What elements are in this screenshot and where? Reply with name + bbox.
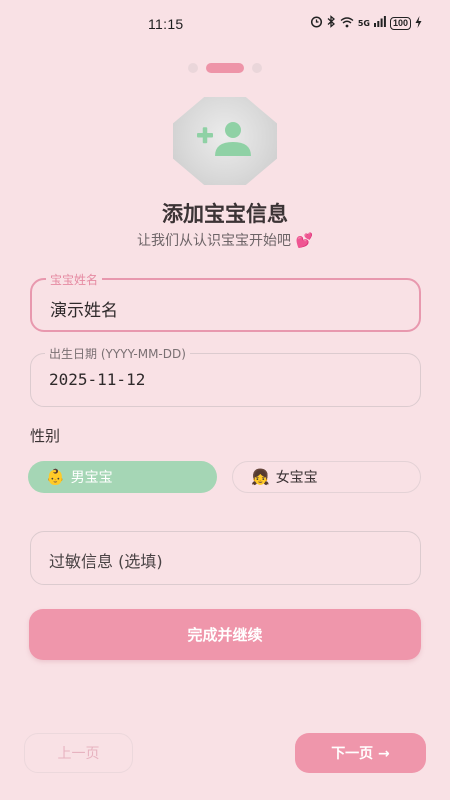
- step-dot-active: [206, 63, 244, 73]
- prev-page-button[interactable]: 上一页: [24, 733, 133, 773]
- battery-indicator: 100: [389, 16, 411, 30]
- gender-option-boy[interactable]: 👶 男宝宝: [28, 461, 217, 493]
- baby-girl-icon: 👧: [251, 468, 270, 486]
- next-page-button[interactable]: 下一页 →: [295, 733, 426, 773]
- bluetooth-icon: [327, 15, 336, 31]
- gender-option-girl[interactable]: 👧 女宝宝: [232, 461, 421, 493]
- step-indicator: [0, 63, 450, 73]
- baby-name-value: 演示姓名: [50, 301, 118, 321]
- avatar-badge: [170, 96, 280, 186]
- network-label: 5G: [357, 18, 370, 28]
- status-icons: 5G 100: [310, 15, 422, 31]
- gender-option-label: 男宝宝: [70, 470, 113, 486]
- gender-option-label: 女宝宝: [275, 470, 318, 486]
- wifi-icon: [340, 16, 354, 31]
- birthdate-value: 2025-11-12: [49, 370, 146, 389]
- avatar: [173, 97, 277, 185]
- charging-icon: [415, 15, 422, 31]
- signal-icon: [373, 16, 386, 30]
- page-title: 添加宝宝信息: [162, 202, 288, 226]
- allergy-field[interactable]: 过敏信息 (选填): [30, 531, 421, 585]
- page-subtitle: 让我们从认识宝宝开始吧 💕: [137, 233, 313, 249]
- baby-boy-icon: 👶: [46, 468, 65, 486]
- birthdate-label: 出生日期 (YYYY-MM-DD): [45, 345, 190, 362]
- gender-label: 性别: [30, 427, 61, 445]
- baby-name-label: 宝宝姓名: [46, 271, 103, 288]
- step-dot: [252, 63, 262, 73]
- status-bar: 11:15 5G 100: [0, 0, 450, 48]
- add-person-icon: [195, 121, 255, 161]
- allergy-placeholder: 过敏信息 (选填): [49, 552, 163, 571]
- complete-continue-button[interactable]: 完成并继续: [29, 609, 421, 660]
- alarm-icon: [310, 15, 323, 31]
- birthdate-field[interactable]: 出生日期 (YYYY-MM-DD) 2025-11-12: [30, 345, 421, 407]
- step-dot: [188, 63, 198, 73]
- baby-name-field[interactable]: 宝宝姓名 演示姓名: [30, 271, 421, 332]
- status-time: 11:15: [148, 16, 184, 32]
